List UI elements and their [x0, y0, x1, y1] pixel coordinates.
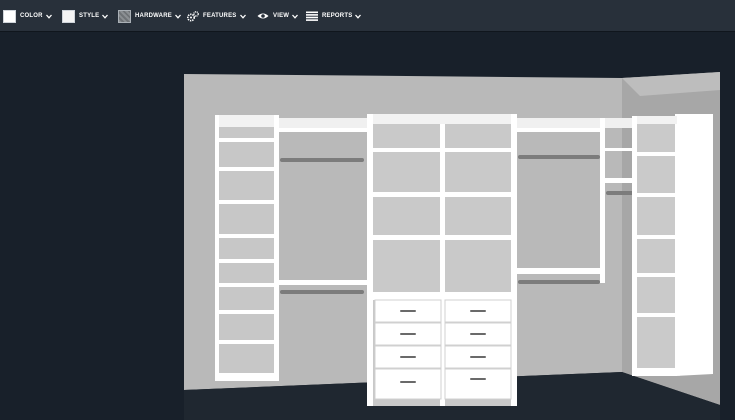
gears-icon — [187, 10, 199, 21]
eye-icon — [257, 13, 269, 19]
closet-render — [184, 72, 720, 420]
color-swatch-icon — [3, 9, 16, 23]
style-menu[interactable]: STYLE — [62, 0, 109, 32]
features-menu-label: FEATURES — [203, 13, 237, 19]
hanging-rod — [280, 158, 364, 162]
shelf-tower-left — [215, 115, 279, 381]
style-menu-label: STYLE — [79, 13, 100, 19]
hanging-rod — [518, 155, 600, 159]
chevron-down-icon — [174, 14, 181, 19]
hardware-menu[interactable]: HARDWARE — [118, 0, 181, 32]
color-menu-label: COLOR — [20, 13, 43, 19]
3d-closet-viewport[interactable] — [0, 33, 735, 420]
top-toolbar: COLOR STYLE HARDWARE FEATURES VIEW REPOR… — [0, 0, 735, 32]
chevron-down-icon — [102, 14, 109, 19]
hardware-menu-label: HARDWARE — [135, 13, 172, 19]
list-icon — [306, 11, 318, 21]
style-swatch-icon — [62, 9, 75, 23]
shelf-tower-right — [632, 114, 713, 376]
chevron-down-icon — [355, 14, 362, 19]
color-menu[interactable]: COLOR — [3, 0, 52, 32]
reports-menu[interactable]: REPORTS — [306, 0, 362, 32]
view-menu-label: VIEW — [273, 13, 290, 19]
view-menu[interactable]: VIEW — [257, 0, 299, 32]
center-tower — [367, 114, 517, 406]
hanging-rod — [280, 290, 364, 294]
features-menu[interactable]: FEATURES — [187, 0, 246, 32]
chevron-down-icon — [292, 14, 299, 19]
hanging-rod — [606, 191, 634, 195]
reports-menu-label: REPORTS — [322, 13, 353, 19]
hardware-texture-icon — [118, 9, 131, 23]
chevron-down-icon — [239, 14, 246, 19]
chevron-down-icon — [45, 14, 52, 19]
hanging-rod — [518, 280, 600, 284]
